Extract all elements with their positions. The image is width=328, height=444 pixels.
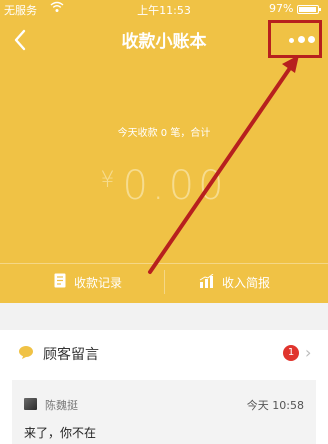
annotation-arrow [148,55,299,274]
